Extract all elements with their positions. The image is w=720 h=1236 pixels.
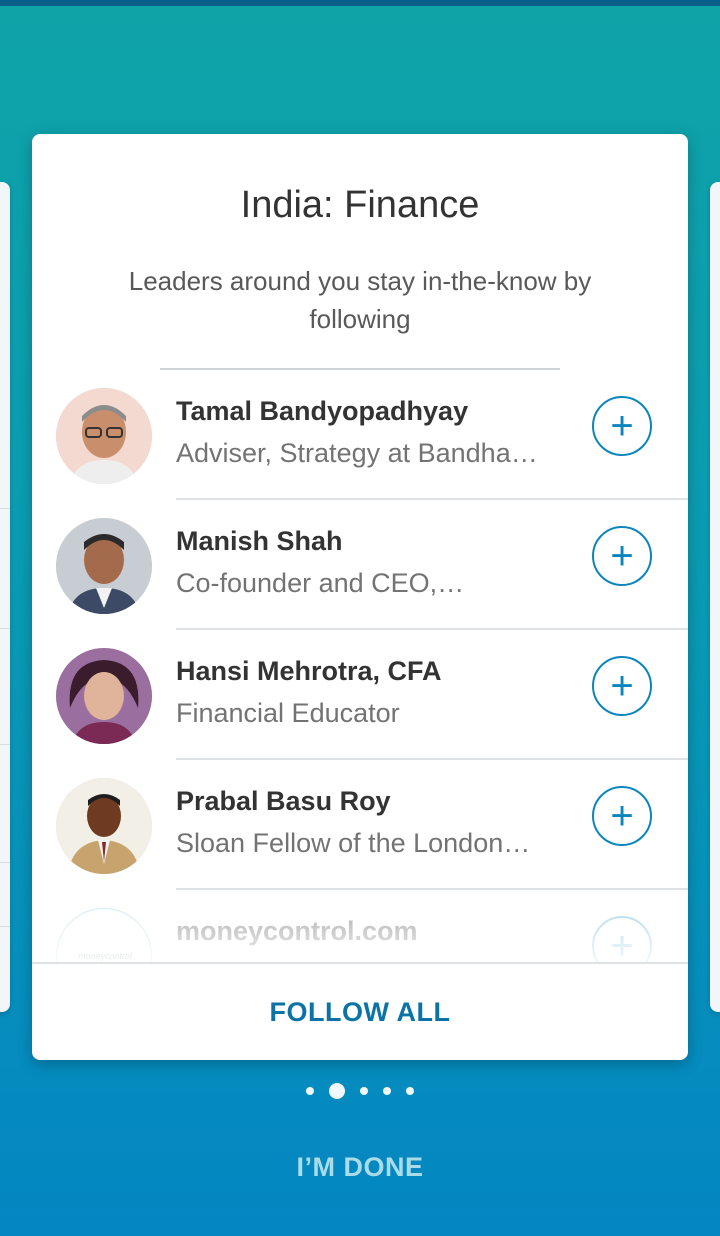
person-headline: Co-founder and CEO,…: [176, 568, 465, 598]
person-name[interactable]: Manish Shah: [176, 526, 343, 557]
list-item[interactable]: Hansi Mehrotra, CFA Financial Educator +: [32, 630, 688, 760]
done-button[interactable]: I’M DONE: [0, 1152, 720, 1183]
person-headline: Financial Educator: [176, 698, 400, 728]
page-dot[interactable]: [383, 1087, 391, 1095]
person-headline: Sloan Fellow of the London…: [176, 828, 531, 858]
avatar[interactable]: [56, 388, 152, 484]
person-name[interactable]: Prabal Basu Roy: [176, 786, 391, 817]
avatar[interactable]: [56, 778, 152, 874]
plus-icon: +: [610, 924, 634, 962]
plus-icon: +: [610, 794, 634, 838]
follow-button[interactable]: +: [592, 916, 652, 962]
suggestion-card: India: Finance Leaders around you stay i…: [32, 134, 688, 1060]
person-headline: Adviser, Strategy at Bandha…: [176, 438, 538, 468]
follow-button[interactable]: +: [592, 526, 652, 586]
person-name[interactable]: Hansi Mehrotra, CFA: [176, 656, 442, 687]
page-dot[interactable]: [360, 1087, 368, 1095]
page-indicator: [0, 1083, 720, 1099]
status-bar-strip: [0, 0, 720, 6]
avatar[interactable]: [56, 648, 152, 744]
follow-button[interactable]: +: [592, 396, 652, 456]
page-dot-active[interactable]: [329, 1083, 345, 1099]
list-item[interactable]: moneycontrol moneycontrol.com +: [32, 890, 688, 962]
people-list[interactable]: Tamal Bandyopadhyay Adviser, Strategy at…: [32, 370, 688, 962]
person-name[interactable]: Tamal Bandyopadhyay: [176, 396, 468, 427]
card-subtitle: Leaders around you stay in-the-know by f…: [128, 266, 592, 334]
logo-text: moneycontrol: [78, 951, 133, 961]
list-item[interactable]: Prabal Basu Roy Sloan Fellow of the Lond…: [32, 760, 688, 890]
previous-card-peek[interactable]: [0, 182, 10, 1012]
plus-icon: +: [610, 534, 634, 578]
next-card-peek[interactable]: [710, 182, 720, 1012]
list-item[interactable]: Tamal Bandyopadhyay Adviser, Strategy at…: [32, 370, 688, 500]
company-name[interactable]: moneycontrol.com: [176, 916, 418, 947]
page-dot[interactable]: [406, 1087, 414, 1095]
follow-button[interactable]: +: [592, 786, 652, 846]
follow-button[interactable]: +: [592, 656, 652, 716]
follow-all-button[interactable]: FOLLOW ALL: [32, 964, 688, 1060]
company-logo[interactable]: moneycontrol: [56, 908, 152, 962]
avatar[interactable]: [56, 518, 152, 614]
plus-icon: +: [610, 664, 634, 708]
card-title: India: Finance: [240, 184, 480, 226]
page-dot[interactable]: [306, 1087, 314, 1095]
list-item[interactable]: Manish Shah Co-founder and CEO,… +: [32, 500, 688, 630]
plus-icon: +: [610, 404, 634, 448]
